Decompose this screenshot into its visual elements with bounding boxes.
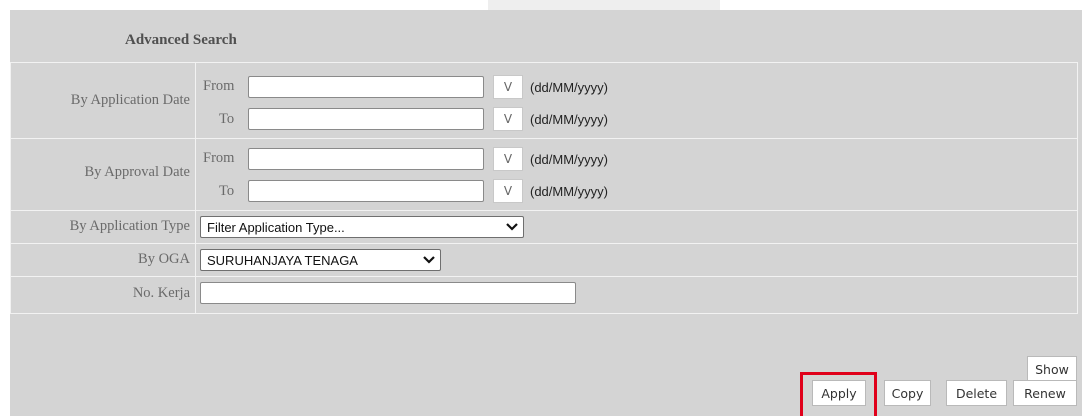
application-date-from-label: From — [203, 78, 235, 94]
chevron-down-icon — [501, 216, 523, 238]
row-divider — [10, 210, 1078, 211]
delete-button[interactable]: Delete — [946, 380, 1007, 406]
application-date-from-picker-button[interactable]: V — [493, 75, 523, 99]
approval-date-from-label: From — [203, 150, 235, 166]
col-divider — [10, 62, 11, 314]
chevron-down-icon — [418, 249, 440, 271]
row-divider — [10, 276, 1078, 277]
application-date-to-input[interactable] — [248, 108, 484, 130]
approval-date-from-input[interactable] — [248, 148, 484, 170]
row-divider — [10, 62, 1078, 63]
application-type-label: By Application Type — [69, 218, 190, 234]
oga-select[interactable]: SURUHANJAYA TENAGA — [200, 249, 441, 271]
approval-date-to-label: To — [219, 183, 235, 199]
approval-date-from-format-hint: (dd/MM/yyyy) — [530, 152, 608, 167]
application-date-from-input[interactable] — [248, 76, 484, 98]
application-date-label: By Application Date — [70, 92, 190, 108]
oga-selected-value: SURUHANJAYA TENAGA — [207, 252, 358, 268]
approval-date-from-picker-button[interactable]: V — [493, 147, 523, 171]
approval-date-to-picker-button[interactable]: V — [493, 179, 523, 203]
application-date-to-picker-button[interactable]: V — [493, 107, 523, 131]
application-type-select[interactable]: Filter Application Type... — [200, 216, 524, 238]
row-divider — [10, 243, 1078, 244]
col-divider — [1077, 62, 1078, 314]
no-kerja-input[interactable] — [200, 282, 576, 304]
application-type-selected-value: Filter Application Type... — [207, 219, 345, 235]
approval-date-label: By Approval Date — [84, 164, 190, 180]
copy-button[interactable]: Copy — [884, 380, 931, 406]
application-date-to-label: To — [219, 111, 235, 127]
application-date-from-format-hint: (dd/MM/yyyy) — [530, 80, 608, 95]
approval-date-to-format-hint: (dd/MM/yyyy) — [530, 184, 608, 199]
show-button[interactable]: Show — [1027, 356, 1077, 382]
renew-button[interactable]: Renew — [1013, 380, 1077, 406]
advanced-search-title: Advanced Search — [125, 32, 237, 48]
row-divider — [10, 313, 1078, 314]
application-date-to-format-hint: (dd/MM/yyyy) — [530, 112, 608, 127]
no-kerja-label: No. Kerja — [132, 285, 190, 301]
col-divider — [195, 62, 196, 314]
oga-label: By OGA — [138, 251, 190, 267]
advanced-search-panel — [10, 10, 1082, 416]
approval-date-to-input[interactable] — [248, 180, 484, 202]
row-divider — [10, 138, 1078, 139]
apply-highlight-box — [800, 372, 877, 416]
